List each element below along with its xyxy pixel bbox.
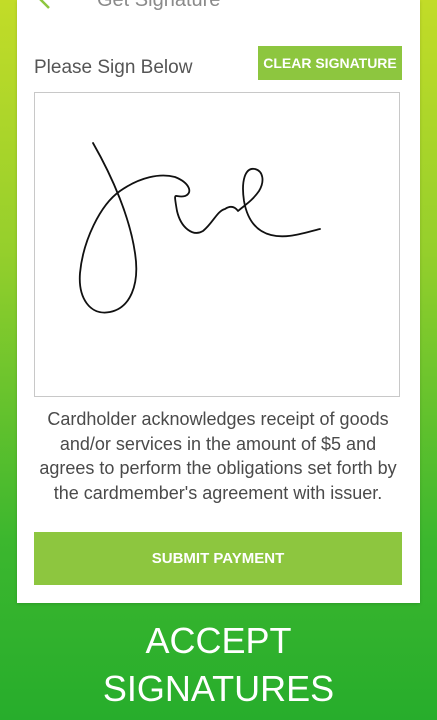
signature-stroke: [78, 142, 321, 314]
signature-card: Get Signature Please Sign Below CLEAR SI…: [17, 0, 420, 603]
submit-payment-button[interactable]: SUBMIT PAYMENT: [34, 532, 402, 585]
signature-pad[interactable]: [34, 92, 400, 397]
promo-caption: ACCEPT SIGNATURES: [0, 617, 437, 713]
promo-line-1: ACCEPT: [145, 620, 292, 661]
screen-title: Get Signature: [97, 0, 221, 11]
back-arrow-icon[interactable]: [35, 0, 55, 12]
sign-below-label: Please Sign Below: [34, 57, 193, 78]
acknowledgement-text: Cardholder acknowledges receipt of goods…: [39, 409, 397, 503]
clear-signature-button[interactable]: CLEAR SIGNATURE: [258, 46, 402, 80]
promo-line-2: SIGNATURES: [102, 668, 335, 709]
app-bar: Get Signature: [17, 0, 420, 14]
